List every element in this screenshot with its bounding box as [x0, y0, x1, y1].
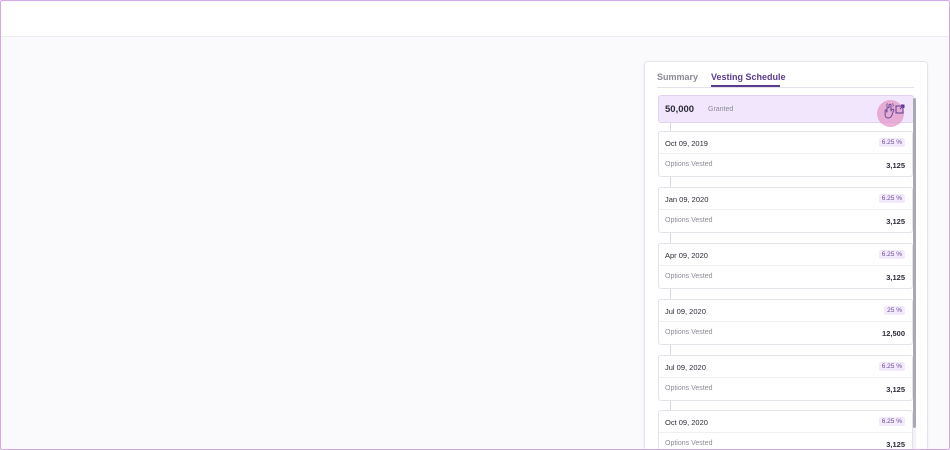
granted-summary: 50,000 Granted [658, 95, 914, 127]
vesting-percent-badge: 25 % [884, 306, 905, 315]
card-divider [659, 153, 912, 154]
vesting-date: Jan 09, 2020 [665, 195, 709, 204]
app-window: Summary Vesting Schedule 50,000 Granted … [0, 0, 950, 450]
active-tab-indicator [711, 85, 780, 87]
vesting-card: Apr 09, 2020 6.25 % Options Vested 3,125 [658, 243, 913, 289]
options-vested-label: Options Vested [665, 329, 713, 336]
card-divider [659, 265, 912, 266]
top-bar [1, 1, 949, 37]
card-divider [659, 432, 912, 433]
options-vested-label: Options Vested [665, 217, 713, 224]
vesting-card: Oct 09, 2020 6.25 % Options Vested 3,125 [658, 410, 913, 449]
options-vested-value: 3,125 [886, 385, 905, 394]
card-divider [659, 321, 912, 322]
scrollbar-thumb[interactable] [913, 98, 916, 428]
granted-label: Granted [708, 106, 734, 113]
vesting-percent-badge: 6.25 % [878, 362, 905, 371]
vesting-date: Jul 09, 2020 [665, 363, 706, 372]
options-vested-value: 3,125 [886, 440, 905, 449]
vesting-card: Jan 09, 2020 6.25 % Options Vested 3,125 [658, 187, 913, 233]
options-vested-value: 3,125 [886, 273, 905, 282]
options-vested-value: 3,125 [886, 217, 905, 226]
options-vested-label: Options Vested [665, 161, 713, 168]
vesting-date: Apr 09, 2020 [665, 251, 708, 260]
vesting-percent-badge: 6.25 % [878, 194, 905, 203]
card-divider [659, 209, 912, 210]
vesting-percent-badge: 6.25 % [878, 138, 905, 147]
vesting-panel: Summary Vesting Schedule 50,000 Granted … [644, 61, 928, 449]
tab-summary[interactable]: Summary [657, 72, 698, 82]
options-vested-value: 12,500 [882, 329, 905, 338]
granted-value: 50,000 [665, 104, 695, 115]
vesting-percent-badge: 6.25 % [878, 250, 905, 259]
options-vested-label: Options Vested [665, 273, 713, 280]
options-vested-value: 3,125 [886, 161, 905, 170]
panel-tabs: Summary Vesting Schedule [657, 70, 914, 88]
vesting-date: Oct 09, 2019 [665, 139, 708, 148]
options-vested-label: Options Vested [665, 440, 713, 447]
vesting-card: Oct 09, 2019 6.25 % Options Vested 3,125 [658, 131, 913, 177]
vesting-card: Jul 09, 2020 6.25 % Options Vested 3,125 [658, 355, 913, 401]
tab-vesting-schedule[interactable]: Vesting Schedule [711, 72, 786, 82]
card-divider [659, 377, 912, 378]
vesting-date: Jul 09, 2020 [665, 307, 706, 316]
options-vested-label: Options Vested [665, 385, 713, 392]
vesting-percent-badge: 6.25 % [878, 417, 905, 426]
vesting-card: Jul 09, 2020 25 % Options Vested 12,500 [658, 299, 913, 345]
external-link-icon[interactable] [895, 104, 905, 114]
vesting-date: Oct 09, 2020 [665, 418, 708, 427]
